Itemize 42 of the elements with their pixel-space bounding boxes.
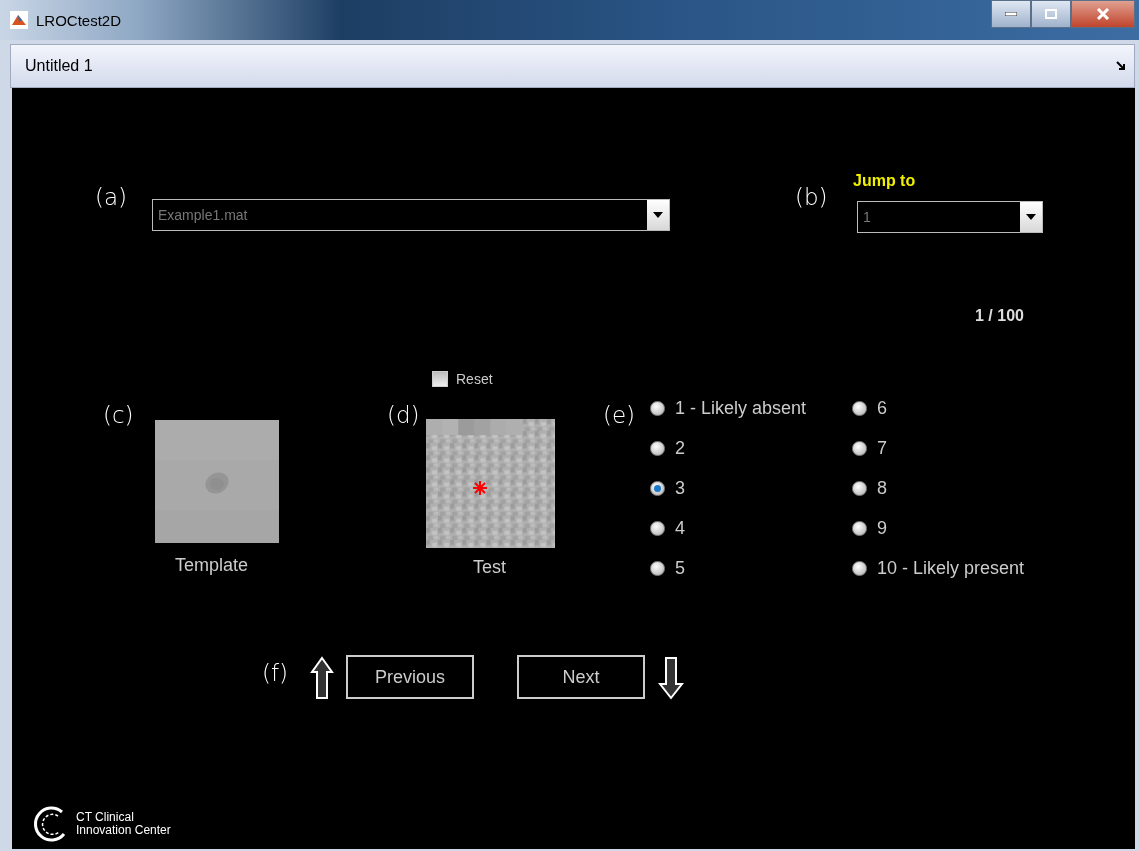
window-title: LROCtest2D [36,11,122,29]
image-counter: 1 / 100 [975,307,1024,325]
app-icon [10,11,28,29]
up-arrow-icon [310,656,334,700]
panel-marker: (a) [95,184,128,210]
minimize-button[interactable] [991,0,1031,28]
asterisk-marker-icon [473,481,487,495]
jump-to-dropdown[interactable]: 1 [857,201,1043,233]
image-caption: Test [473,557,506,578]
reset-checkbox[interactable]: Reset [432,371,493,387]
maximize-button[interactable] [1031,0,1071,28]
panel-marker: (f) [262,660,289,686]
rating-radio[interactable]: 6 [852,398,887,419]
caret-icon [1026,214,1036,220]
close-button[interactable] [1071,0,1135,28]
rating-radio[interactable]: 4 [650,518,685,539]
logo-text: Innovation Center [76,824,171,837]
panel-marker: (d) [387,402,420,428]
file-dropdown[interactable]: Example1.mat [152,199,670,231]
panel-marker: (c) [103,402,134,428]
rating-radio[interactable]: 3 [650,478,685,499]
next-button[interactable]: Next [517,655,645,699]
jump-to-label: Jump to [853,172,916,190]
rating-radio[interactable]: 9 [852,518,887,539]
document-tab[interactable]: Untitled 1 [10,44,1135,88]
panel-marker: (b) [795,184,828,210]
rating-radio[interactable]: 5 [650,558,685,579]
image-caption: Template [175,555,249,576]
previous-button[interactable]: Previous [346,655,474,699]
minimize-icon [1005,12,1017,16]
maximize-icon [1045,9,1057,19]
undock-icon[interactable] [1116,61,1126,71]
close-icon [1096,8,1110,20]
caret-icon [653,212,663,218]
rating-radio[interactable]: 1 - Likely absent [650,398,807,419]
panel-marker: (e) [603,402,636,428]
rating-radio[interactable]: 8 [852,478,887,499]
rating-radio[interactable]: 10 - Likely present [852,558,1025,579]
rating-radio[interactable]: 7 [852,438,887,459]
rating-radio[interactable]: 2 [650,438,685,459]
down-arrow-icon [658,656,684,700]
logo-text: CT Clinical [76,811,135,824]
